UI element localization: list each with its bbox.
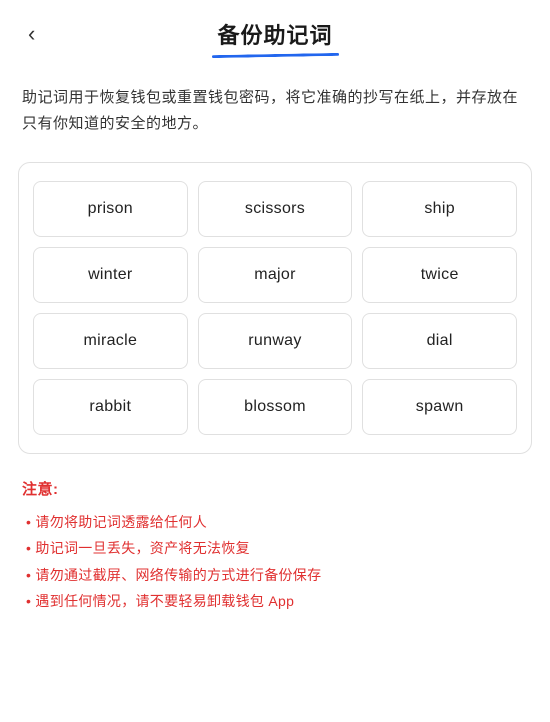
mnemonic-cell: runway (198, 313, 353, 369)
notice-item: 请勿将助记词透露给任何人 (22, 509, 528, 536)
mnemonic-word: twice (421, 266, 459, 284)
mnemonic-cell: major (198, 247, 353, 303)
mnemonic-cell: blossom (198, 379, 353, 435)
notice-title: 注意: (22, 478, 528, 499)
mnemonic-cell: ship (362, 181, 517, 237)
page-title: 备份助记词 (217, 18, 332, 50)
mnemonic-word: major (254, 266, 296, 284)
notice-item: 助记词一旦丢失，资产将无法恢复 (22, 535, 528, 562)
mnemonic-word: prison (88, 200, 133, 218)
mnemonic-grid-wrapper: prison scissors ship winter major twice miracl… (18, 162, 532, 454)
description-text: 助记词用于恢复钱包或重置钱包密码，将它准确的抄写在纸上，并存放在只有你知道的安全… (0, 67, 550, 154)
mnemonic-grid: prison scissors ship winter major twice miracl… (25, 173, 525, 443)
mnemonic-word: ship (424, 200, 455, 218)
mnemonic-cell: rabbit (33, 379, 188, 435)
mnemonic-cell: prison (33, 181, 188, 237)
mnemonic-cell: twice (362, 247, 517, 303)
mnemonic-cell: dial (362, 313, 517, 369)
notice-item: 请勿通过截屏、网络传输的方式进行备份保存 (22, 562, 528, 589)
mnemonic-word: winter (88, 266, 132, 284)
mnemonic-cell: miracle (33, 313, 188, 369)
header: ‹ 备份助记词 (0, 0, 550, 67)
mnemonic-cell: scissors (198, 181, 353, 237)
mnemonic-word: rabbit (89, 398, 131, 416)
notice-item: 遇到任何情况，请不要轻易卸载钱包 App (22, 588, 528, 615)
title-underline (212, 53, 339, 58)
mnemonic-cell: spawn (362, 379, 517, 435)
mnemonic-word: miracle (83, 332, 137, 350)
mnemonic-word: blossom (244, 398, 306, 416)
mnemonic-word: spawn (416, 398, 464, 416)
back-button[interactable]: ‹ (20, 19, 43, 49)
mnemonic-cell: winter (33, 247, 188, 303)
mnemonic-word: scissors (245, 200, 305, 218)
notice-section: 注意: 请勿将助记词透露给任何人助记词一旦丢失，资产将无法恢复请勿通过截屏、网络… (0, 474, 550, 635)
mnemonic-word: runway (248, 332, 301, 350)
mnemonic-word: dial (427, 332, 453, 350)
notice-list: 请勿将助记词透露给任何人助记词一旦丢失，资产将无法恢复请勿通过截屏、网络传输的方… (22, 509, 528, 615)
title-wrapper: 备份助记词 (217, 18, 332, 57)
